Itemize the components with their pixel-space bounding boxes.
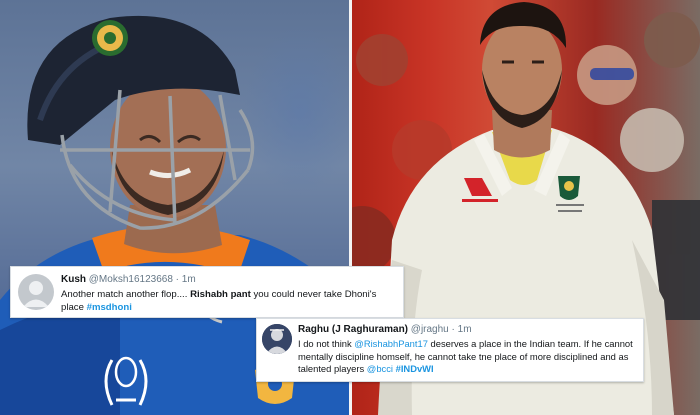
tweet-author-handle[interactable]: @jraghu (411, 324, 449, 335)
tweet-text-bold: Rishabh pant (190, 289, 251, 300)
tweet-separator: · (175, 274, 180, 285)
user-avatar[interactable] (262, 324, 292, 354)
tweet-text-part: I do not think (298, 338, 355, 349)
tweet-raghu[interactable]: Raghu (J Raghuraman) @jraghu · 1m I do n… (256, 318, 644, 382)
tweet-timestamp[interactable]: 1m (182, 274, 196, 285)
mention-bcci[interactable]: @bcci (367, 363, 393, 374)
hashtag-indvwi[interactable]: #INDvWI (396, 363, 434, 374)
tweet-author-name[interactable]: Raghu (J Raghuraman) (298, 324, 408, 335)
tweet-separator: · (451, 324, 455, 335)
tweet-author-name[interactable]: Kush (61, 274, 86, 285)
tweet-header: Kush @Moksh16123668 · 1m (61, 274, 196, 286)
bcci-crest-icon (92, 20, 128, 56)
tweet-text: Another match another flop.... Rishabh p… (61, 288, 397, 314)
tweet-kush[interactable]: Kush @Moksh16123668 · 1m Another match a… (10, 266, 404, 318)
tweet-timestamp[interactable]: 1m (458, 324, 472, 335)
face (110, 78, 226, 218)
tweet-text: I do not think @RishabhPant17 deserves a… (298, 338, 636, 376)
tweet-author-handle[interactable]: @Moksh16123668 (89, 274, 173, 285)
hashtag-msdhoni[interactable]: #msdhoni (87, 302, 132, 313)
tweet-text-part: Another match another flop.... (61, 289, 191, 300)
mention-rishabhpant17[interactable]: @RishabhPant17 (354, 338, 428, 349)
tweet-header: Raghu (J Raghuraman) @jraghu · 1m (298, 324, 472, 336)
default-avatar-icon[interactable] (18, 274, 54, 310)
